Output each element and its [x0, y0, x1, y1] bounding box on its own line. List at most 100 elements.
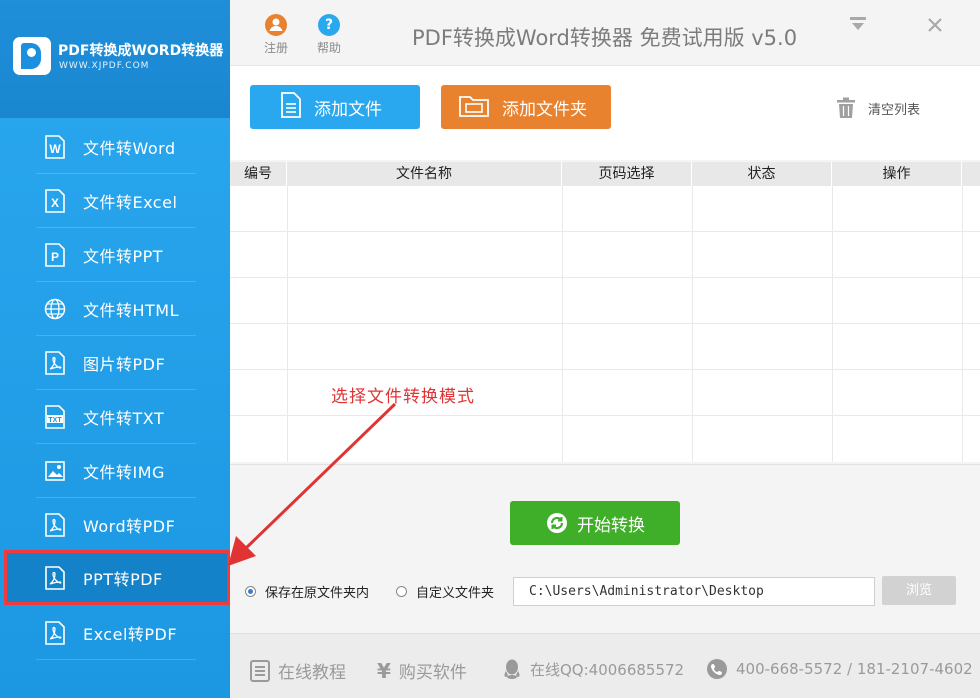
radio-save-original[interactable]	[245, 586, 256, 597]
help-button[interactable]: ? 帮助	[309, 14, 349, 56]
sidebar-item-label: Excel转PDF	[83, 625, 178, 644]
sidebar-item-label: 图片转PDF	[83, 355, 166, 374]
user-icon	[265, 14, 287, 36]
annotation-callout: 选择文件转换模式	[331, 387, 475, 407]
sidebar-item-file-to-html[interactable]: 文件转HTML	[36, 282, 196, 336]
close-button[interactable]	[923, 14, 947, 38]
toolbar: 添加文件 添加文件夹 清空列表	[230, 66, 980, 160]
conversion-panel: 开始转换 保存在原文件夹内 自定义文件夹 C:\Users\Administra…	[230, 464, 980, 632]
save-original-label: 保存在原文件夹内	[265, 586, 370, 601]
help-label: 帮助	[316, 41, 341, 55]
file-table: 编号 文件名称 页码选择 状态 操作	[230, 162, 980, 462]
sidebar-item-image-to-pdf[interactable]: 图片转PDF	[36, 336, 196, 390]
image-icon	[44, 459, 66, 483]
pdf-icon	[44, 565, 66, 590]
folder-icon	[458, 92, 490, 123]
sidebar-item-label: 文件转TXT	[83, 409, 165, 428]
column-header-filename[interactable]: 文件名称	[287, 162, 562, 186]
online-qq-label: 在线QQ:4006685572	[530, 660, 685, 679]
phone-label: 400-668-5572 / 181-2107-4602	[736, 660, 973, 678]
column-divider	[287, 186, 288, 462]
radio-custom-folder[interactable]	[396, 586, 407, 597]
svg-text:TXT: TXT	[48, 417, 62, 424]
add-file-label: 添加文件	[314, 99, 382, 120]
table-row	[230, 186, 980, 232]
custom-folder-label: 自定义文件夹	[416, 586, 495, 601]
column-header-page-select[interactable]: 页码选择	[562, 162, 692, 186]
column-header-spacer	[962, 162, 980, 186]
column-divider	[832, 186, 833, 462]
sidebar-item-ppt-to-pdf[interactable]: PPT转PDF	[4, 550, 230, 605]
footer: 在线教程 ¥ 购买软件 在线QQ:4006685572 400-668-5572…	[230, 633, 980, 698]
column-divider	[562, 186, 563, 462]
file-icon	[280, 91, 302, 124]
ppt-icon: P	[44, 243, 66, 267]
sidebar-item-label: 文件转PPT	[83, 247, 164, 266]
sidebar-item-file-to-excel[interactable]: X 文件转Excel	[36, 174, 196, 228]
title-bar: 注册 ? 帮助 PDF转换成Word转换器 免费试用版 v5.0	[230, 0, 980, 66]
output-path-input[interactable]: C:\Users\Administrator\Desktop	[513, 577, 875, 606]
phone-info: 400-668-5572 / 181-2107-4602	[706, 658, 973, 680]
add-folder-button[interactable]: 添加文件夹	[441, 85, 611, 129]
column-divider	[692, 186, 693, 462]
sidebar-item-label: 文件转IMG	[83, 463, 165, 482]
brand-url: WWW.XJPDF.COM	[59, 61, 150, 71]
brand-header: PDF转换成WORD转换器 WWW.XJPDF.COM	[0, 0, 230, 118]
document-icon	[250, 659, 270, 682]
clear-list-label: 清空列表	[868, 102, 921, 118]
add-file-button[interactable]: 添加文件	[250, 85, 420, 129]
register-button[interactable]: 注册	[256, 14, 296, 56]
save-original-option[interactable]: 保存在原文件夹内	[245, 582, 369, 601]
clear-list-button[interactable]: 清空列表	[836, 97, 920, 119]
sidebar-item-label: Word转PDF	[83, 517, 176, 536]
sidebar-item-file-to-ppt[interactable]: P 文件转PPT	[36, 228, 196, 282]
trash-icon	[836, 97, 856, 119]
online-qq-link[interactable]: 在线QQ:4006685572	[502, 658, 684, 680]
pdf-icon	[44, 351, 66, 375]
browse-button[interactable]: 浏览	[882, 576, 956, 605]
pdf-icon	[44, 621, 66, 645]
yen-icon: ¥	[377, 658, 391, 683]
sidebar-item-label: 文件转Excel	[83, 193, 178, 212]
column-header-status[interactable]: 状态	[692, 162, 832, 186]
phone-icon	[706, 658, 728, 680]
svg-text:W: W	[49, 142, 61, 156]
sidebar-item-label: 文件转Word	[83, 139, 176, 158]
sidebar-item-excel-to-pdf[interactable]: Excel转PDF	[36, 606, 196, 660]
add-folder-label: 添加文件夹	[502, 99, 587, 120]
sidebar-item-label: PPT转PDF	[83, 569, 163, 589]
txt-icon: TXT	[44, 405, 66, 429]
column-header-number[interactable]: 编号	[230, 162, 287, 186]
word-icon: W	[44, 135, 66, 159]
online-tutorial-link[interactable]: 在线教程	[250, 658, 346, 683]
start-conversion-label: 开始转换	[577, 515, 645, 536]
sidebar-item-file-to-img[interactable]: 文件转IMG	[36, 444, 196, 498]
buy-software-link[interactable]: ¥ 购买软件	[377, 658, 467, 684]
main-panel: 注册 ? 帮助 PDF转换成Word转换器 免费试用版 v5.0 添加文件 添加…	[230, 0, 980, 698]
online-tutorial-label: 在线教程	[278, 663, 346, 683]
sidebar-item-file-to-txt[interactable]: TXT 文件转TXT	[36, 390, 196, 444]
start-conversion-button[interactable]: 开始转换	[510, 501, 680, 545]
table-row	[230, 232, 980, 278]
sidebar-item-file-to-word[interactable]: W 文件转Word	[36, 120, 196, 174]
app-title: PDF转换成Word转换器 免费试用版 v5.0	[412, 26, 798, 50]
buy-software-label: 购买软件	[398, 663, 467, 683]
excel-icon: X	[44, 189, 66, 213]
brand-title: PDF转换成WORD转换器	[58, 43, 224, 59]
custom-folder-option[interactable]: 自定义文件夹	[396, 582, 494, 601]
sidebar: PDF转换成WORD转换器 WWW.XJPDF.COM W 文件转Word X …	[0, 0, 230, 698]
svg-text:P: P	[51, 250, 59, 264]
refresh-icon	[545, 511, 569, 535]
table-header: 编号 文件名称 页码选择 状态 操作	[230, 162, 980, 186]
pdf-icon	[44, 513, 66, 537]
column-divider	[962, 186, 963, 462]
sidebar-item-word-to-pdf[interactable]: Word转PDF	[36, 498, 196, 552]
column-header-action[interactable]: 操作	[832, 162, 962, 186]
table-row	[230, 416, 980, 462]
table-row	[230, 278, 980, 324]
table-row	[230, 324, 980, 370]
help-icon: ?	[318, 14, 340, 36]
register-label: 注册	[263, 41, 288, 55]
app-logo-icon	[13, 37, 51, 75]
minimize-button[interactable]	[846, 16, 870, 36]
